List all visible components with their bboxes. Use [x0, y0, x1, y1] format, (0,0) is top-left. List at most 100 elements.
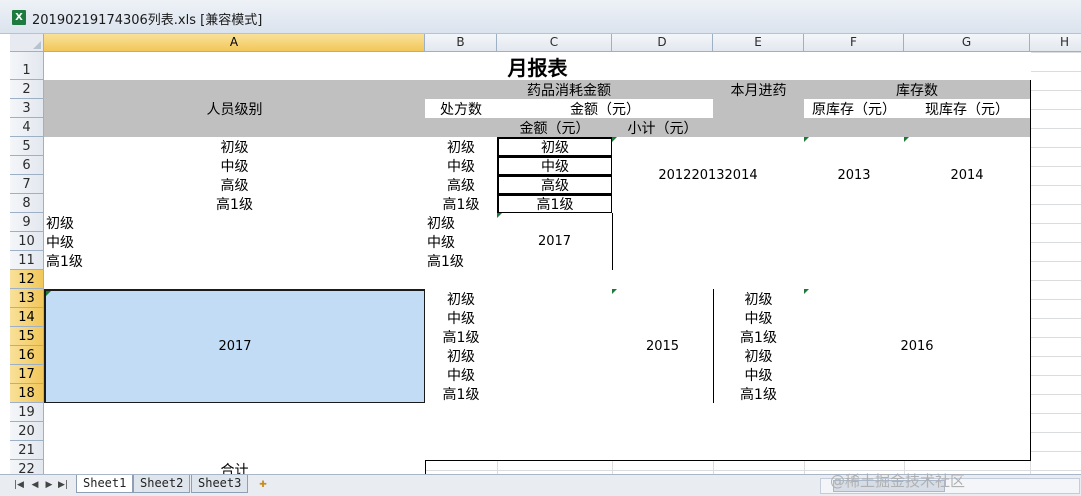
empty-cell-g19[interactable]: [904, 403, 1031, 423]
first-sheet-icon[interactable]: |◀: [14, 479, 24, 491]
column-header-b[interactable]: B: [425, 34, 497, 52]
column-header-f[interactable]: F: [804, 34, 904, 52]
total-cell-a22[interactable]: 合计: [44, 460, 426, 474]
level-cell-b6[interactable]: 中级: [425, 156, 498, 176]
empty-cell-d12[interactable]: [612, 270, 714, 290]
empty-cell-c12[interactable]: [497, 270, 613, 290]
column-header-h[interactable]: H: [1030, 34, 1081, 52]
selected-merged-a13[interactable]: 2017: [44, 289, 426, 404]
empty-cell-b21[interactable]: [425, 441, 498, 461]
level-cell-c7[interactable]: 高级: [497, 175, 613, 195]
level-cell-e18[interactable]: 高1级: [713, 384, 805, 404]
empty-cell-g10[interactable]: [904, 232, 1031, 252]
level-cell-b17[interactable]: 中级: [425, 365, 498, 385]
header-staff-level[interactable]: 人员级别: [44, 80, 426, 138]
last-sheet-icon[interactable]: ▶|: [58, 479, 68, 491]
row-header-16[interactable]: 16: [10, 346, 44, 365]
row-header-6[interactable]: 6: [10, 156, 44, 175]
empty-cell-c18[interactable]: [497, 384, 613, 404]
empty-cell-c14[interactable]: [497, 308, 613, 328]
tab-sheet1[interactable]: Sheet1: [76, 475, 134, 493]
empty-cell-f21[interactable]: [804, 441, 905, 461]
header-subtotal[interactable]: 小计（元）: [612, 118, 714, 138]
row-header-12[interactable]: 12: [10, 270, 44, 289]
empty-cell-d19[interactable]: [612, 403, 714, 423]
empty-cell-c19[interactable]: [497, 403, 613, 423]
row-header-8[interactable]: 8: [10, 194, 44, 213]
prev-sheet-icon[interactable]: ◀: [30, 479, 40, 491]
row-header-15[interactable]: 15: [10, 327, 44, 346]
column-header-a[interactable]: A: [44, 34, 425, 52]
column-header-e[interactable]: E: [713, 34, 804, 52]
empty-cell-d10[interactable]: [612, 232, 714, 252]
empty-cell-c16[interactable]: [497, 346, 613, 366]
level-cell-e16[interactable]: 初级: [713, 346, 805, 366]
header-blank-g4[interactable]: [904, 118, 1031, 138]
tab-sheet3[interactable]: Sheet3: [191, 475, 249, 493]
row-header-14[interactable]: 14: [10, 308, 44, 327]
merged-value-d5[interactable]: 201220132014: [612, 137, 805, 214]
merged-value-f5[interactable]: 2013: [804, 137, 905, 214]
row-header-10[interactable]: 10: [10, 232, 44, 251]
spreadsheet-grid[interactable]: ABCDEFGH 1 2 3 4 5 6 7 8 9 10 11 12 13 14 15 16 17 18 19 20…: [0, 34, 1081, 474]
column-header-d[interactable]: D: [612, 34, 713, 52]
row-header-7[interactable]: 7: [10, 175, 44, 194]
level-cell-b13[interactable]: 初级: [425, 289, 498, 309]
row-header-21[interactable]: 21: [10, 441, 44, 460]
level-cell-b10[interactable]: 中级: [425, 232, 498, 252]
merged-value-c9[interactable]: 2017: [497, 213, 613, 271]
header-prescription-count[interactable]: 处方数: [425, 99, 498, 119]
empty-cell-a20[interactable]: [44, 422, 426, 442]
empty-cell-d9[interactable]: [612, 213, 714, 233]
empty-cell-f19[interactable]: [804, 403, 905, 423]
header-curr-stock[interactable]: 现库存（元）: [904, 99, 1031, 119]
empty-cell-e9[interactable]: [713, 213, 805, 233]
header-blank-b4[interactable]: [425, 118, 498, 138]
empty-cell-e20[interactable]: [713, 422, 805, 442]
level-cell-c8[interactable]: 高1级: [497, 194, 613, 214]
empty-cell-a19[interactable]: [44, 403, 426, 423]
level-cell-e13[interactable]: 初级: [713, 289, 805, 309]
level-cell-b5[interactable]: 初级: [425, 137, 498, 157]
empty-cell-g21[interactable]: [904, 441, 1031, 461]
header-blank-f4[interactable]: [804, 118, 905, 138]
row-header-1[interactable]: 1: [10, 52, 44, 80]
level-cell-b18[interactable]: 高1级: [425, 384, 498, 404]
empty-cell-c15[interactable]: [497, 327, 613, 347]
level-cell-b14[interactable]: 中级: [425, 308, 498, 328]
empty-cell-b20[interactable]: [425, 422, 498, 442]
row-header-3[interactable]: 3: [10, 99, 44, 118]
header-month-purchase[interactable]: 本月进药: [713, 80, 805, 100]
empty-cell-a21[interactable]: [44, 441, 426, 461]
header-orig-stock[interactable]: 原库存（元）: [804, 99, 905, 119]
insert-sheet-icon[interactable]: ✚: [255, 479, 271, 491]
level-cell-b9[interactable]: 初级: [425, 213, 498, 233]
empty-cell-f11[interactable]: [804, 251, 905, 271]
empty-cell-e19[interactable]: [713, 403, 805, 423]
level-cell-a5[interactable]: 初级: [44, 137, 426, 157]
column-header-g[interactable]: G: [904, 34, 1030, 52]
row-header-9[interactable]: 9: [10, 213, 44, 232]
empty-cell-g9[interactable]: [904, 213, 1031, 233]
empty-cell-c17[interactable]: [497, 365, 613, 385]
empty-cell-d21[interactable]: [612, 441, 714, 461]
empty-cell-d20[interactable]: [612, 422, 714, 442]
row-header-17[interactable]: 17: [10, 365, 44, 384]
empty-cell-f9[interactable]: [804, 213, 905, 233]
empty-cell-c21[interactable]: [497, 441, 613, 461]
empty-cell-g20[interactable]: [904, 422, 1031, 442]
empty-cell-e21[interactable]: [713, 441, 805, 461]
empty-cell-e10[interactable]: [713, 232, 805, 252]
tab-sheet2[interactable]: Sheet2: [133, 475, 191, 493]
header-amount-sub[interactable]: 金额（元）: [497, 118, 613, 138]
header-blank-e4[interactable]: [713, 118, 805, 138]
empty-cell-a12[interactable]: [44, 270, 426, 290]
level-cell-e14[interactable]: 中级: [713, 308, 805, 328]
report-title[interactable]: 月报表: [44, 52, 1031, 81]
empty-cell-f20[interactable]: [804, 422, 905, 442]
level-cell-a7[interactable]: 高级: [44, 175, 426, 195]
row-header-13[interactable]: 13: [10, 289, 44, 308]
level-cell-b15[interactable]: 高1级: [425, 327, 498, 347]
level-cell-b11[interactable]: 高1级: [425, 251, 498, 271]
merged-value-d13[interactable]: 2015: [612, 289, 714, 404]
